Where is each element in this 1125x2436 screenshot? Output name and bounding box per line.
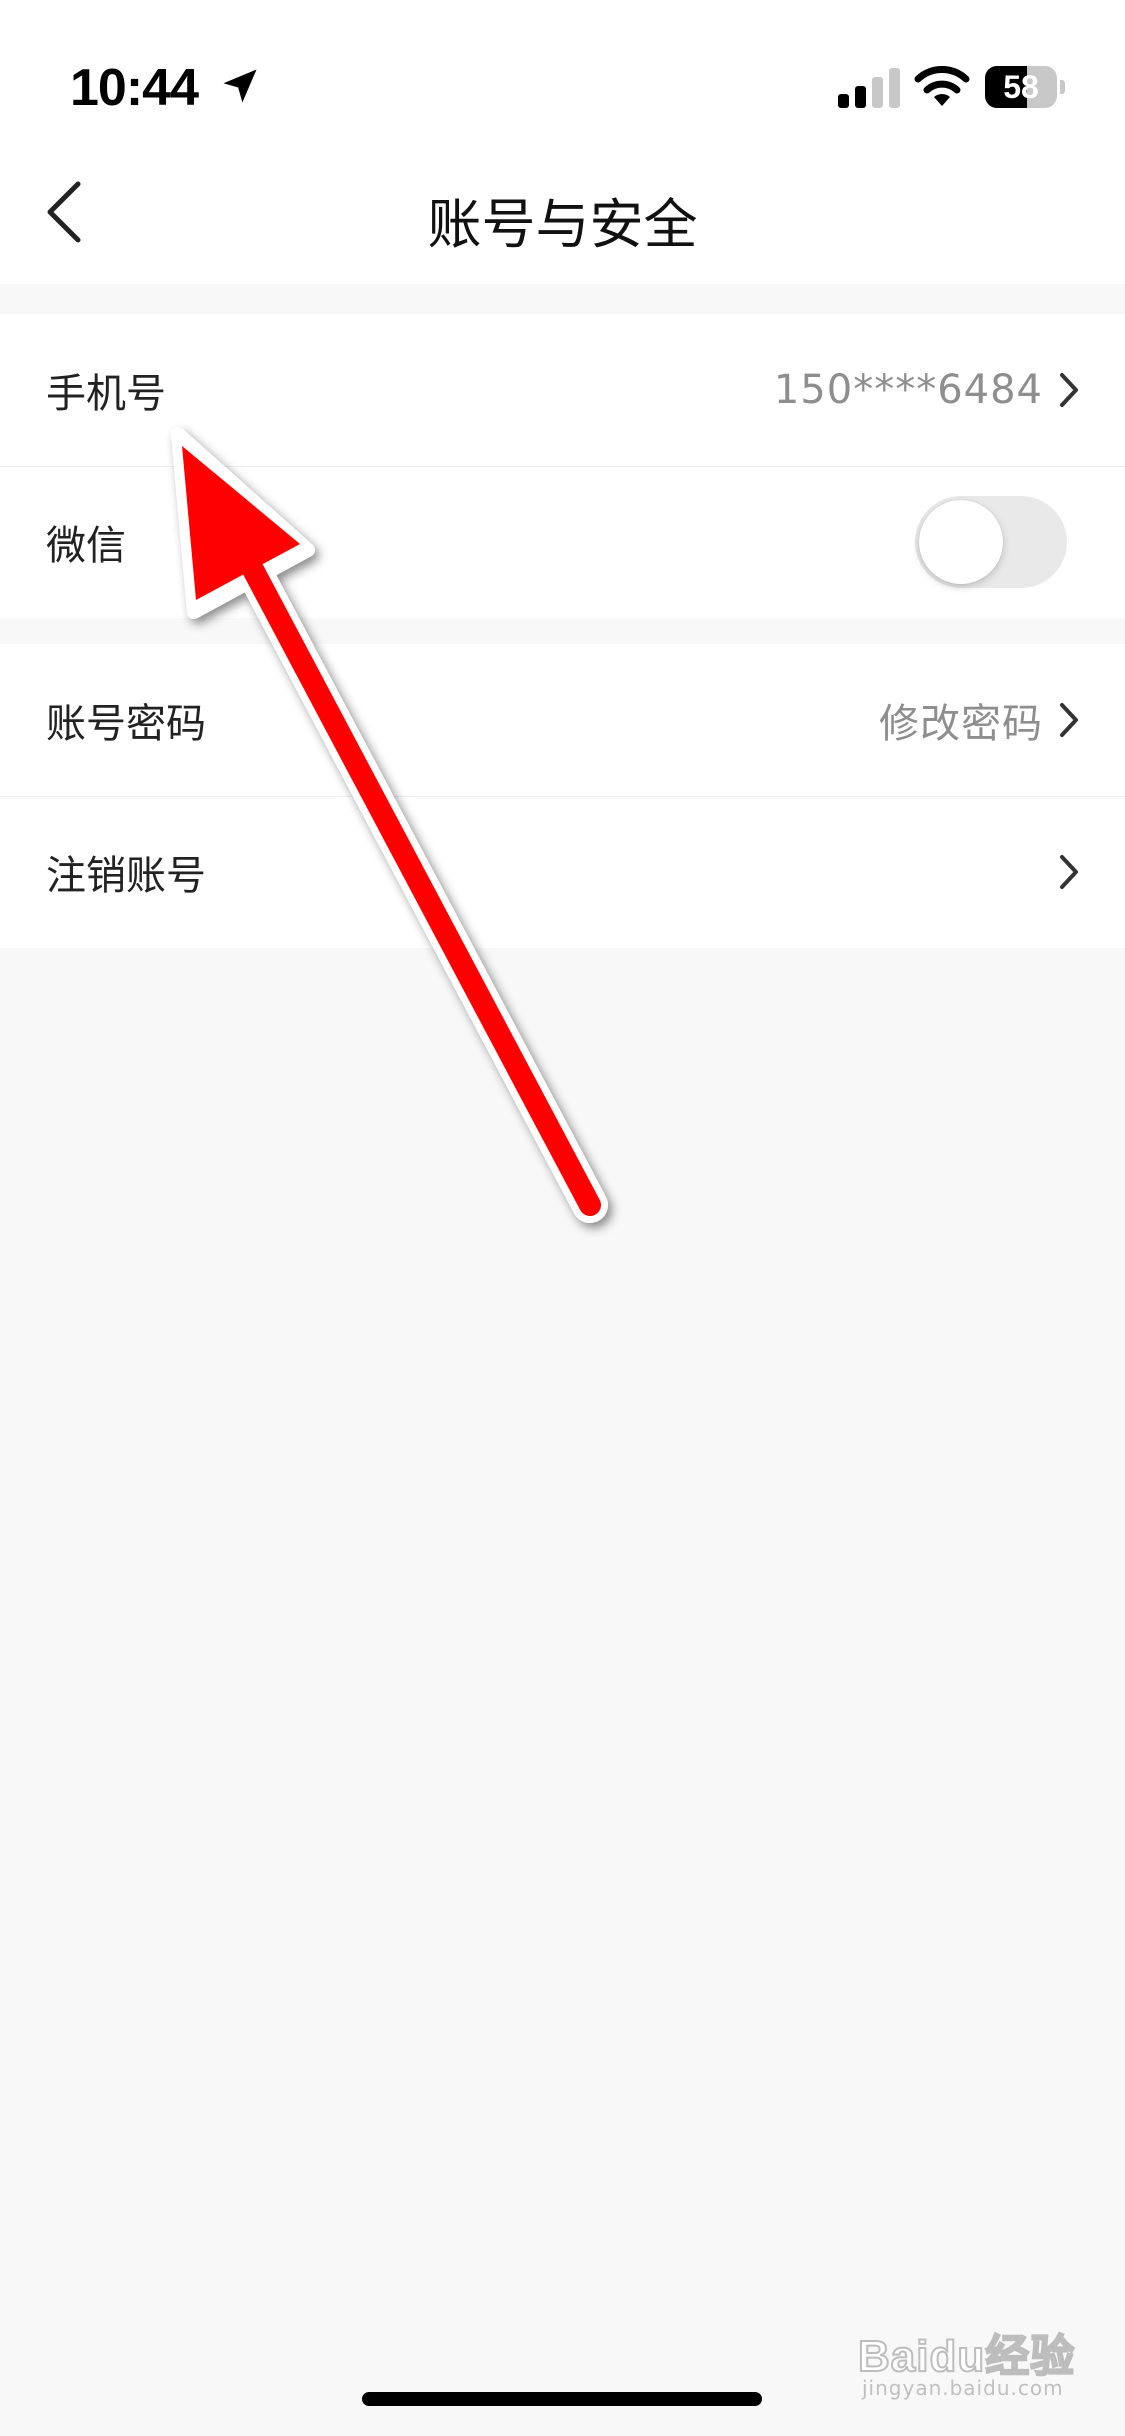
change-password-value: 修改密码 — [879, 701, 1043, 747]
wechat-toggle[interactable] — [915, 496, 1067, 588]
battery-indicator: 58 — [985, 66, 1065, 108]
row-label: 微信 — [46, 523, 126, 569]
row-delete-account[interactable]: 注销账号 — [0, 796, 1125, 948]
settings-group-account: 账号密码 修改密码 注销账号 — [0, 644, 1125, 948]
chevron-right-icon — [1060, 855, 1078, 889]
settings-group-binding: 手机号 150****6484 微信 — [0, 314, 1125, 618]
row-wechat: 微信 — [0, 466, 1125, 618]
status-time: 10:44 — [70, 59, 199, 117]
row-label: 账号密码 — [46, 701, 206, 747]
cellular-signal-icon — [838, 68, 900, 108]
row-phone-number[interactable]: 手机号 150****6484 — [0, 314, 1125, 466]
home-indicator[interactable] — [362, 2392, 762, 2406]
battery-cap — [1060, 80, 1065, 94]
toggle-knob — [919, 500, 1003, 584]
page-title: 账号与安全 — [427, 193, 698, 256]
wifi-icon — [914, 66, 970, 106]
chevron-right-icon — [1060, 373, 1078, 407]
nav-bar: 账号与安全 — [0, 140, 1125, 284]
row-label: 注销账号 — [46, 853, 206, 899]
battery-body: 58 — [985, 66, 1057, 108]
baidu-jingyan-watermark: Baidu经验 jingyan.baidu.com — [857, 2320, 1078, 2410]
row-account-password[interactable]: 账号密码 修改密码 — [0, 644, 1125, 796]
watermark-brand: Baidu经验 — [857, 2331, 1076, 2382]
battery-level-text: 58 — [1003, 69, 1039, 105]
location-arrow-icon — [223, 69, 257, 103]
phone-number-value: 150****6484 — [773, 367, 1043, 413]
watermark-url: jingyan.baidu.com — [862, 2376, 1064, 2400]
row-label: 手机号 — [46, 371, 166, 417]
status-bar: 10:44 58 — [0, 0, 1125, 140]
chevron-right-icon — [1060, 703, 1078, 737]
